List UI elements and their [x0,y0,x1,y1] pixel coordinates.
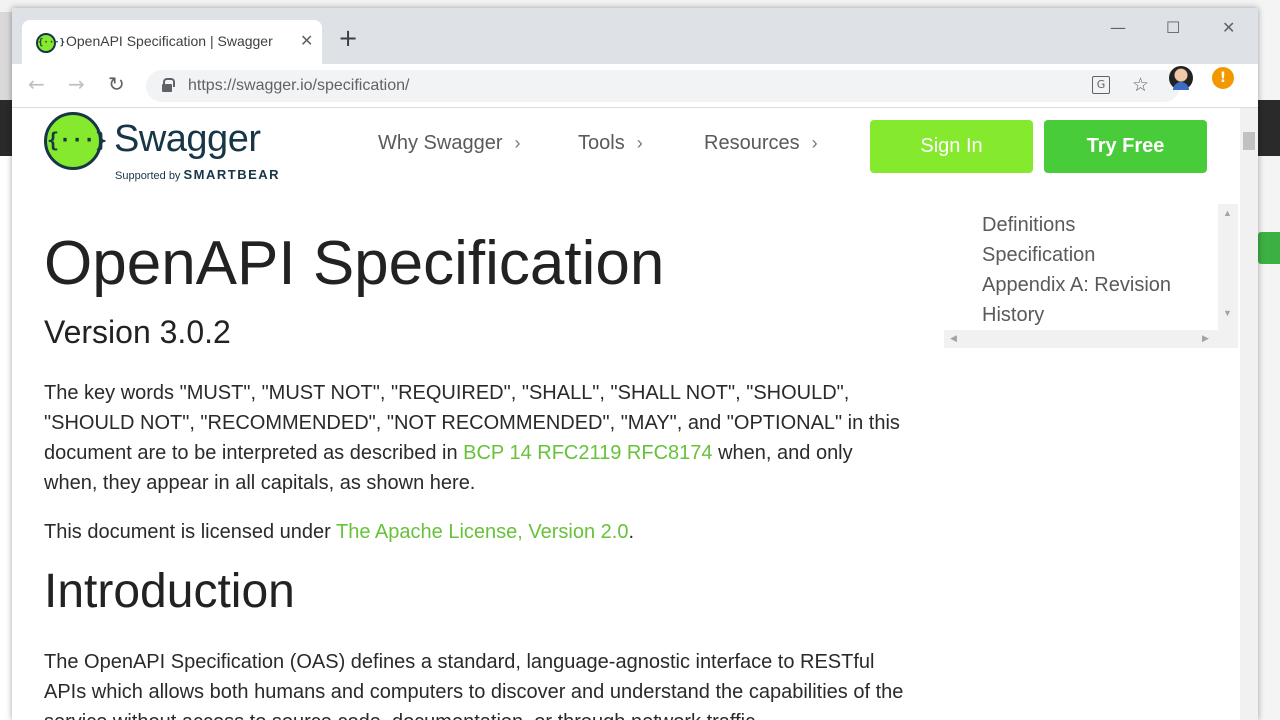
scroll-right-arrow-icon[interactable]: ▶ [1202,333,1209,344]
background-green-button [1258,232,1280,264]
scrollbar-thumb[interactable] [1243,132,1255,150]
chevron-right-icon: › [811,133,818,153]
swagger-logo-icon[interactable]: {···} [44,112,107,170]
nav-why-swagger-label: Why Swagger [378,132,503,154]
license-text-end: . [628,521,634,543]
toc-panel: Definitions Specification Appendix A: Re… [944,204,1239,350]
bcp14-link[interactable]: BCP 14 RFC2119 RFC8174 [463,442,712,464]
logo-brand: SMARTBEAR [183,167,281,182]
page-title: OpenAPI Specification [44,229,665,298]
nav-resources[interactable]: Resources › [704,132,818,155]
logo-text[interactable]: Swagger [114,118,261,161]
background-dark-strip [1256,100,1280,156]
license-paragraph: This document is licensed under The Apac… [44,517,904,547]
introduction-heading: Introduction [44,565,295,618]
viewport: {···} Swagger Supported by SMARTBEAR Why… [12,8,1258,720]
background-window-right [1256,0,1280,720]
keywords-paragraph: The key words "MUST", "MUST NOT", "REQUI… [44,378,904,498]
sign-in-button[interactable]: Sign In [870,120,1033,173]
toc-list: Definitions Specification Appendix A: Re… [982,210,1212,330]
toc-horizontal-scrollbar[interactable]: ◀ ▶ [944,330,1238,348]
background-window-edge-left [0,156,12,720]
version-heading: Version 3.0.2 [44,314,231,350]
logo-supported-by: Supported by [115,170,181,182]
toc-item-appendix[interactable]: Appendix A: Revision [982,270,1212,300]
scroll-up-arrow-icon[interactable]: ▲ [1223,208,1232,218]
apache-license-link[interactable]: The Apache License, Version 2.0 [336,521,628,543]
page-vertical-scrollbar[interactable] [1240,108,1258,720]
nav-tools-label: Tools [578,132,625,154]
toc-item-specification[interactable]: Specification [982,240,1212,270]
chevron-right-icon: › [636,133,643,153]
scroll-down-arrow-icon[interactable]: ▼ [1223,308,1232,318]
chevron-right-icon: › [514,133,521,153]
toc-item-definitions[interactable]: Definitions [982,210,1212,240]
try-free-button[interactable]: Try Free [1044,120,1207,173]
nav-tools[interactable]: Tools › [578,132,643,155]
nav-resources-label: Resources [704,132,800,154]
toc-item-history[interactable]: History [982,300,1212,330]
nav-why-swagger[interactable]: Why Swagger › [378,132,521,155]
logo-subtitle: Supported by SMARTBEAR [115,167,280,182]
scroll-left-arrow-icon[interactable]: ◀ [950,333,957,344]
license-text: This document is licensed under [44,521,337,543]
background-window-edge [0,100,12,156]
toc-vertical-scrollbar[interactable]: ▲ ▼ [1218,204,1238,330]
page-content: {···} Swagger Supported by SMARTBEAR Why… [12,108,1240,720]
introduction-paragraph: The OpenAPI Specification (OAS) defines … [44,651,904,720]
